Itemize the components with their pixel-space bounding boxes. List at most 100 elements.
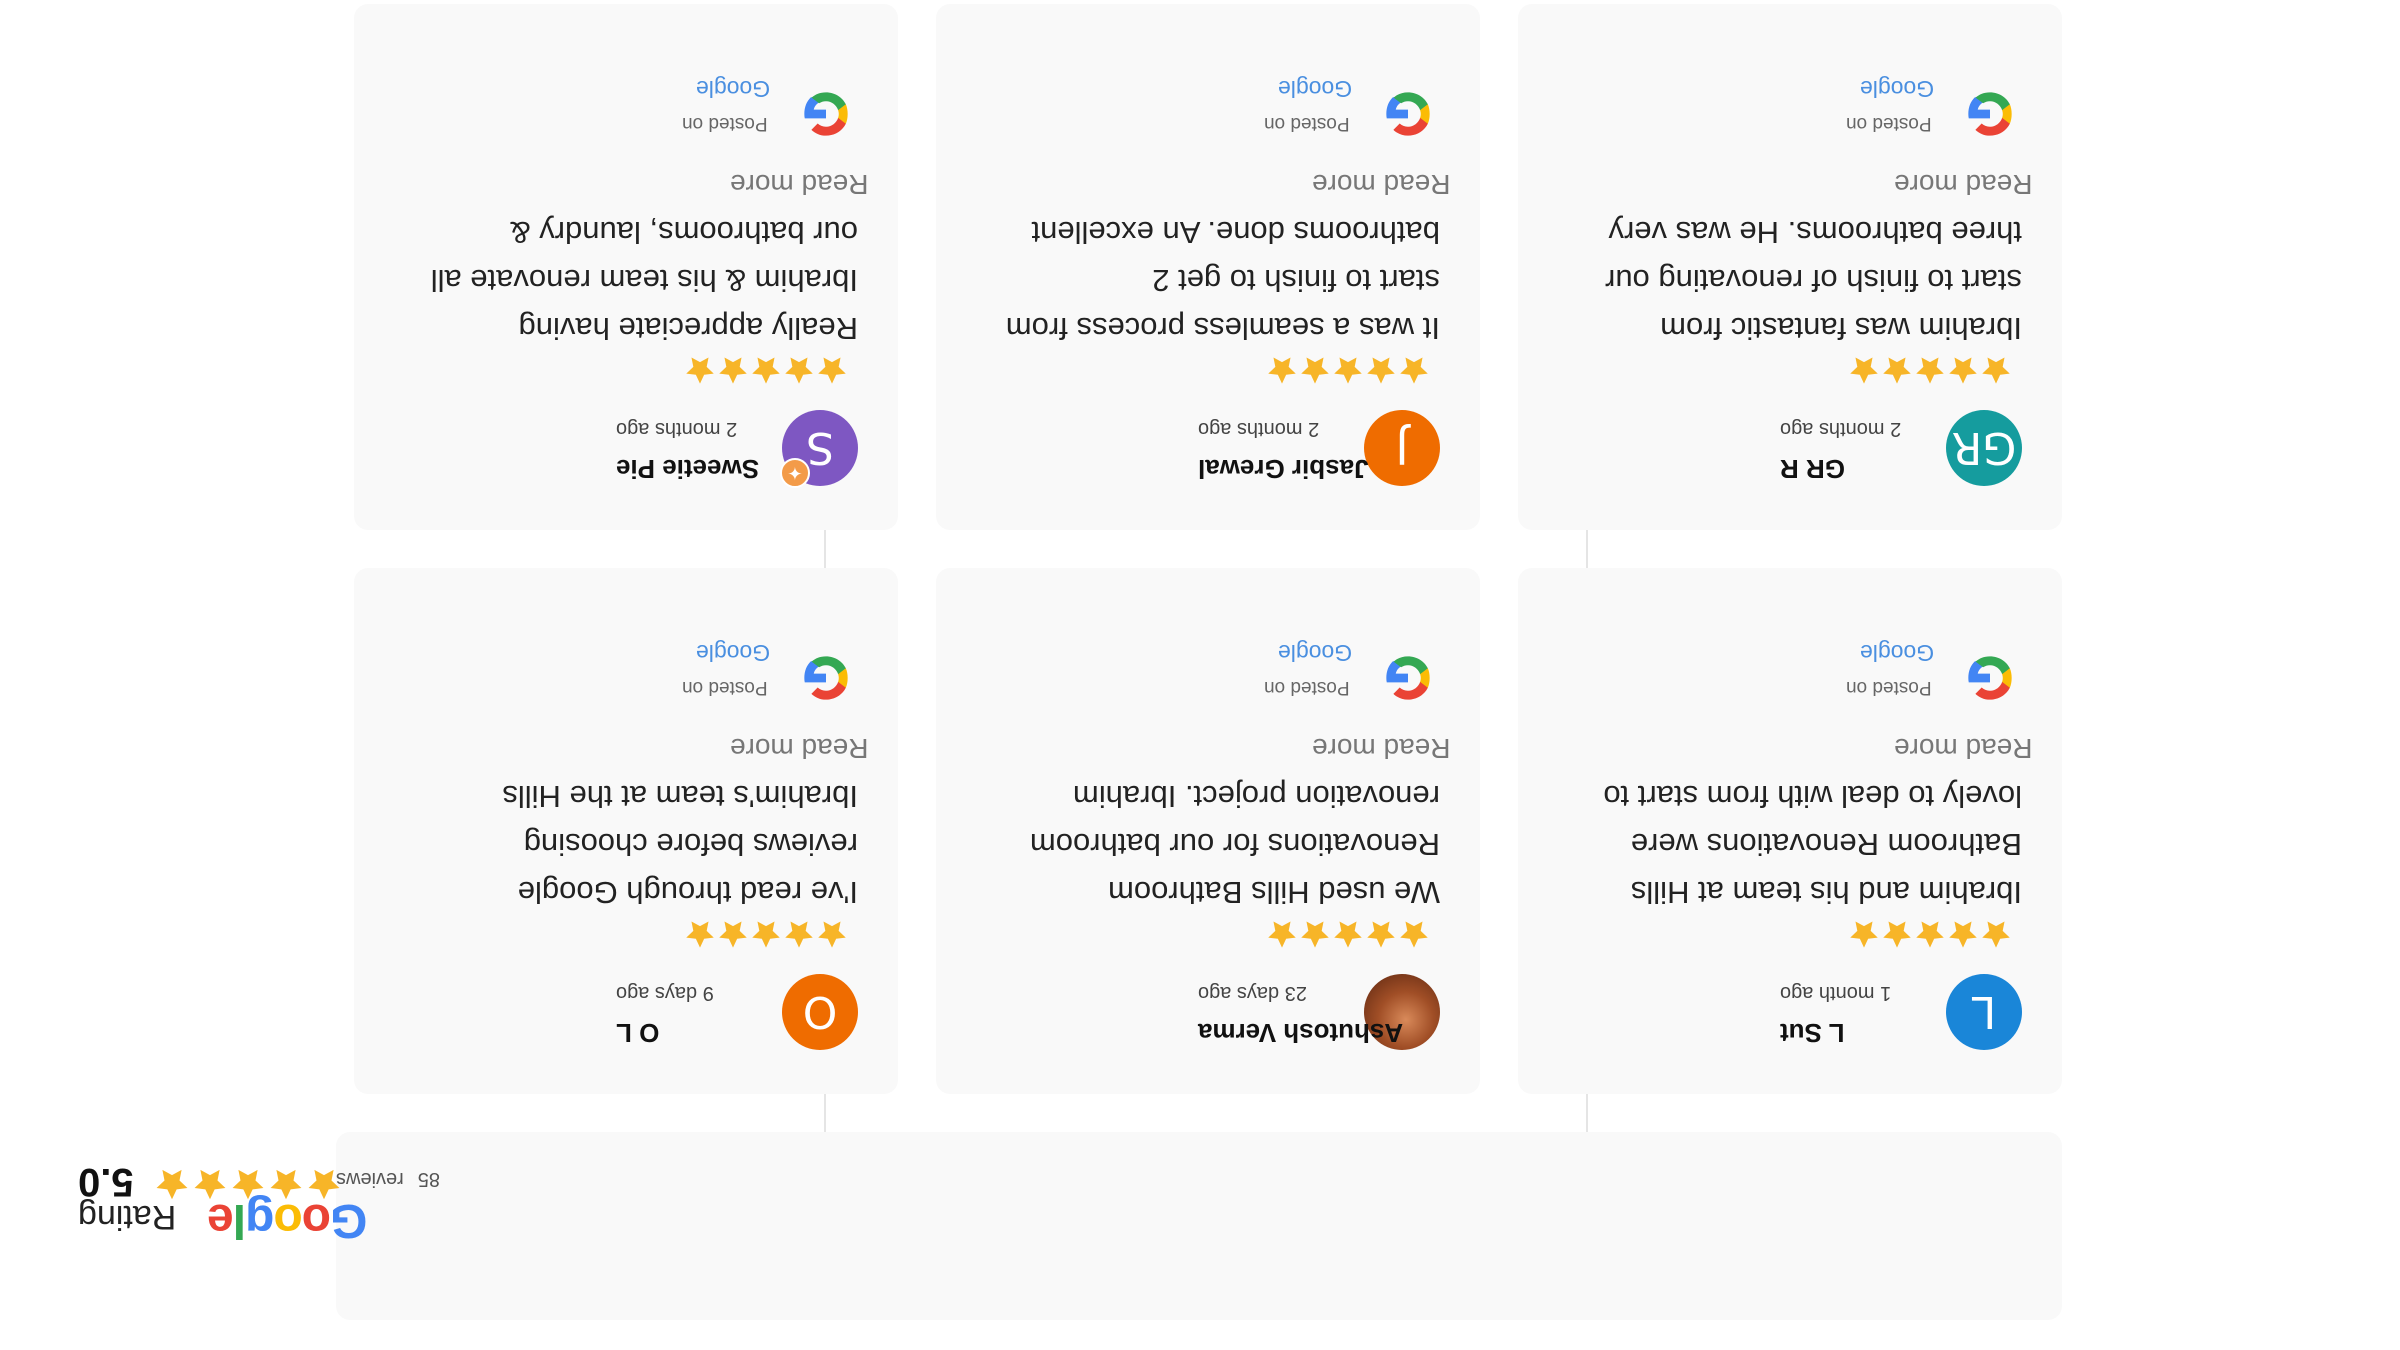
star-icon: [1850, 921, 1878, 948]
avatar-initial: GR: [1951, 422, 2017, 474]
review-card[interactable]: L L Sut 1 month ago Ibrahim and his team…: [1518, 568, 2062, 1094]
star-icon: [818, 921, 846, 948]
review-time: 2 months ago: [616, 418, 738, 440]
source-link[interactable]: Google: [696, 639, 770, 666]
google-g-icon: [1968, 92, 2012, 136]
review-card[interactable]: GR GR R 2 months ago Ibrahim was fantast…: [1518, 4, 2062, 530]
review-text-line: Ibrahim and his team at Hills: [1630, 875, 2022, 910]
star-icon: [1367, 921, 1395, 948]
avatar-initial: L: [1971, 986, 1997, 1038]
star-icon: [1268, 357, 1296, 384]
star-icon: [785, 921, 813, 948]
review-text-line: It was a seamless process from: [1005, 311, 1440, 346]
google-g-icon: [1386, 656, 1430, 700]
divider: [1586, 1094, 1588, 1132]
review-text-line: Ibrahim was fantastic from: [1660, 311, 2022, 346]
review-stars: [1266, 354, 1430, 386]
star-icon: [752, 357, 780, 384]
review-text-line: Ibrahim & his team renovate all: [430, 263, 858, 298]
review-text-line: start to finish to get 2: [1152, 263, 1440, 298]
star-icon: [1400, 921, 1428, 948]
rating-summary-card[interactable]: Google Rating 5.0 85reviews: [78, 1132, 2062, 1320]
review-text-line: Bathroom Renovations were: [1630, 827, 2022, 862]
review-stars: [684, 918, 848, 950]
avatar-initial: S: [806, 422, 834, 474]
review-text: Ibrahim and his team at Hills Bathroom Re…: [1562, 772, 2022, 916]
read-more-link[interactable]: Read more: [730, 168, 869, 200]
avatar: O: [782, 974, 858, 1050]
review-count[interactable]: 85 reviews: [336, 1167, 440, 1190]
local-guide-badge-icon: ✦: [780, 458, 810, 488]
average-score: 5.0: [78, 1160, 134, 1204]
posted-on-label: Posted on: [1264, 113, 1350, 134]
review-text-line: I've read through Google: [517, 875, 858, 910]
review-card[interactable]: Ashutosh Verma 23 days ago We used Hills…: [936, 568, 1480, 1094]
star-icon: [686, 357, 714, 384]
review-text-line: our bathrooms, laundry &: [509, 215, 858, 250]
review-stars: [1266, 918, 1430, 950]
star-icon: [1883, 357, 1911, 384]
avatar-initial: O: [802, 986, 838, 1038]
review-text-line: start to finish of renovating our: [1604, 263, 2022, 298]
star-icon: [1301, 357, 1329, 384]
review-text: Ibrahim was fantastic from start to finis…: [1562, 208, 2022, 352]
star-icon: [232, 1169, 264, 1200]
star-icon: [1400, 357, 1428, 384]
review-time: 23 days ago: [1198, 982, 1307, 1004]
star-icon: [1916, 357, 1944, 384]
reviewer-name[interactable]: GR R: [1780, 453, 1845, 484]
reviewer-name[interactable]: L Sut: [1780, 1017, 1845, 1048]
posted-on-label: Posted on: [682, 677, 768, 698]
star-icon: [1268, 921, 1296, 948]
avatar-initial: J: [1395, 422, 1409, 474]
source-link[interactable]: Google: [1860, 75, 1934, 102]
summary-stars: [154, 1166, 342, 1202]
review-text-line: bathrooms done. An excellent: [1031, 215, 1440, 250]
star-icon: [1883, 921, 1911, 948]
review-card[interactable]: S ✦ Sweetie Pie 2 months ago Really appre…: [354, 4, 898, 530]
reviewer-name[interactable]: Ashutosh Verma: [1198, 1017, 1403, 1048]
divider: [824, 1094, 826, 1132]
review-stars: [1848, 918, 2012, 950]
source-link[interactable]: Google: [1860, 639, 1934, 666]
reviewer-name[interactable]: Jasbir Grewal: [1198, 453, 1369, 484]
star-icon: [1916, 921, 1944, 948]
divider: [1586, 530, 1588, 568]
google-g-icon: [804, 656, 848, 700]
review-text-line: lovely to deal with from start to: [1603, 779, 2022, 814]
star-icon: [1850, 357, 1878, 384]
star-icon: [1334, 357, 1362, 384]
review-text-line: Really appreciate having: [518, 311, 859, 346]
star-icon: [1334, 921, 1362, 948]
source-link[interactable]: Google: [1278, 639, 1352, 666]
google-g-icon: [1968, 656, 2012, 700]
star-icon: [752, 921, 780, 948]
read-more-link[interactable]: Read more: [1894, 168, 2033, 200]
posted-on-label: Posted on: [1846, 113, 1932, 134]
read-more-link[interactable]: Read more: [1894, 732, 2033, 764]
read-more-link[interactable]: Read more: [1312, 168, 1451, 200]
star-icon: [270, 1169, 302, 1200]
review-text-line: Renovations for our bathroom: [1029, 827, 1440, 862]
reviewer-name[interactable]: O L: [616, 1017, 659, 1048]
review-text-line: three bathrooms. He was very: [1608, 215, 2022, 250]
review-card[interactable]: J Jasbir Grewal 2 months ago It was a se…: [936, 4, 1480, 530]
review-text-line: We used Hills Bathroom: [1108, 875, 1440, 910]
reviewer-name[interactable]: Sweetie Pie: [616, 453, 759, 484]
review-card[interactable]: O O L 9 days ago I've read through Googl…: [354, 568, 898, 1094]
review-text: It was a seamless process from start to f…: [980, 208, 1440, 352]
read-more-link[interactable]: Read more: [730, 732, 869, 764]
star-icon: [1982, 357, 2010, 384]
review-time: 1 month ago: [1780, 982, 1892, 1004]
source-link[interactable]: Google: [1278, 75, 1352, 102]
source-link[interactable]: Google: [696, 75, 770, 102]
google-g-icon: [804, 92, 848, 136]
read-more-link[interactable]: Read more: [1312, 732, 1451, 764]
review-stars: [1848, 354, 2012, 386]
avatar: L: [1946, 974, 2022, 1050]
google-g-icon: [1386, 92, 1430, 136]
star-icon: [1949, 921, 1977, 948]
divider: [824, 530, 826, 568]
star-icon: [719, 357, 747, 384]
star-icon: [1982, 921, 2010, 948]
